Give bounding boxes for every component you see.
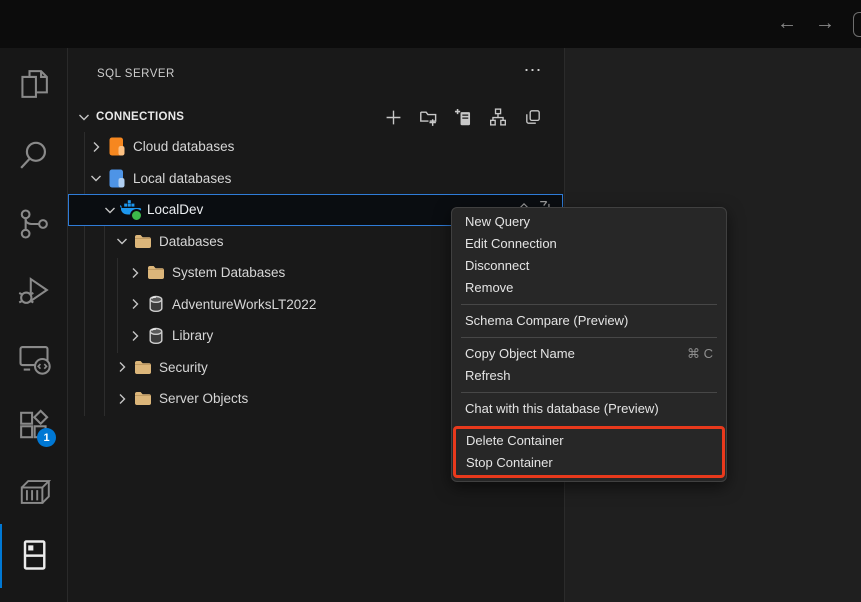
more-actions-button[interactable]: ⋯ [520,60,546,82]
navigate-back-button[interactable]: ← [775,10,799,36]
menu-item-label: Schema Compare (Preview) [465,310,628,332]
chevron-right-icon[interactable] [127,296,143,312]
chevron-right-icon[interactable] [114,391,130,407]
chevron-down-icon[interactable] [76,109,92,125]
tree-item-label: Library [172,328,213,343]
menu-item-stop-container[interactable]: Stop Container [456,452,722,474]
menu-item-disconnect[interactable]: Disconnect [452,255,726,277]
title-bar: ← → [0,0,861,48]
tree-item-label: Server Objects [159,391,248,406]
menu-item-chat-with-database[interactable]: Chat with this database (Preview) [452,398,726,420]
docker-container-icon [120,200,142,220]
run-debug-icon[interactable] [16,272,52,308]
chevron-right-icon[interactable] [88,139,104,155]
menu-item-shortcut: ⌘ C [687,343,713,365]
tree-item-label: Security [159,360,208,375]
menu-separator [461,304,717,305]
connection-group-blue-icon [106,168,128,188]
new-connection-group-button[interactable] [418,107,438,127]
menu-item-label: New Query [465,211,530,233]
tree-item-label: LocalDev [147,202,203,217]
chevron-right-icon[interactable] [127,328,143,344]
folder-icon [132,389,154,409]
tree-item-label: Local databases [133,171,231,186]
tree-item-local-databases[interactable]: Local databases [68,163,564,195]
chevron-down-icon[interactable] [88,170,104,186]
annotation-highlight-box: Delete Container Stop Container [453,426,725,478]
tree-item-cloud-databases[interactable]: Cloud databases [68,131,564,163]
menu-item-label: Delete Container [466,430,564,452]
explorer-icon[interactable] [16,66,52,102]
remote-explorer-icon[interactable] [16,340,52,376]
containers-icon[interactable] [16,474,52,510]
folder-icon [132,357,154,377]
connections-toolbar [383,104,543,130]
extensions-badge: 1 [37,428,56,447]
search-icon[interactable] [16,137,52,173]
tree-item-label: AdventureWorksLT2022 [172,297,316,312]
menu-item-label: Refresh [465,365,511,387]
server-hierarchy-button[interactable] [488,107,508,127]
connection-group-orange-icon [106,137,128,157]
menu-item-label: Remove [465,277,513,299]
layout-panel-icon[interactable] [853,12,861,37]
sql-server-view-icon[interactable] [16,537,52,573]
menu-item-label: Copy Object Name [465,343,575,365]
duplicate-button[interactable] [523,107,543,127]
menu-separator [461,392,717,393]
menu-item-remove[interactable]: Remove [452,277,726,299]
menu-item-schema-compare[interactable]: Schema Compare (Preview) [452,310,726,332]
menu-item-copy-object-name[interactable]: Copy Object Name ⌘ C [452,343,726,365]
menu-item-label: Disconnect [465,255,529,277]
menu-item-edit-connection[interactable]: Edit Connection [452,233,726,255]
running-status-dot [130,209,143,222]
menu-separator [461,337,717,338]
chevron-down-icon[interactable] [114,233,130,249]
folder-icon [132,231,154,251]
chevron-right-icon[interactable] [114,359,130,375]
database-icon [145,326,167,346]
database-icon [145,294,167,314]
menu-item-new-query[interactable]: New Query [452,211,726,233]
navigate-forward-button[interactable]: → [813,10,837,36]
menu-item-label: Chat with this database (Preview) [465,398,659,420]
tree-item-label: System Databases [172,265,285,280]
menu-item-refresh[interactable]: Refresh [452,365,726,387]
new-deployment-button[interactable] [453,107,473,127]
chevron-right-icon[interactable] [127,265,143,281]
add-connection-button[interactable] [383,107,403,127]
sidebar-title: SQL SERVER [97,68,175,80]
menu-item-label: Edit Connection [465,233,557,255]
tree-item-label: Cloud databases [133,139,234,154]
chevron-down-icon[interactable] [102,202,118,218]
tree-item-label: Databases [159,234,224,249]
menu-item-delete-container[interactable]: Delete Container [456,430,722,452]
context-menu: New Query Edit Connection Disconnect Rem… [451,207,727,482]
connections-section-label: CONNECTIONS [96,111,184,123]
activity-bar: 1 [0,48,68,602]
active-view-indicator [0,524,2,588]
folder-icon [145,263,167,283]
source-control-icon[interactable] [16,206,52,242]
menu-item-label: Stop Container [466,452,553,474]
